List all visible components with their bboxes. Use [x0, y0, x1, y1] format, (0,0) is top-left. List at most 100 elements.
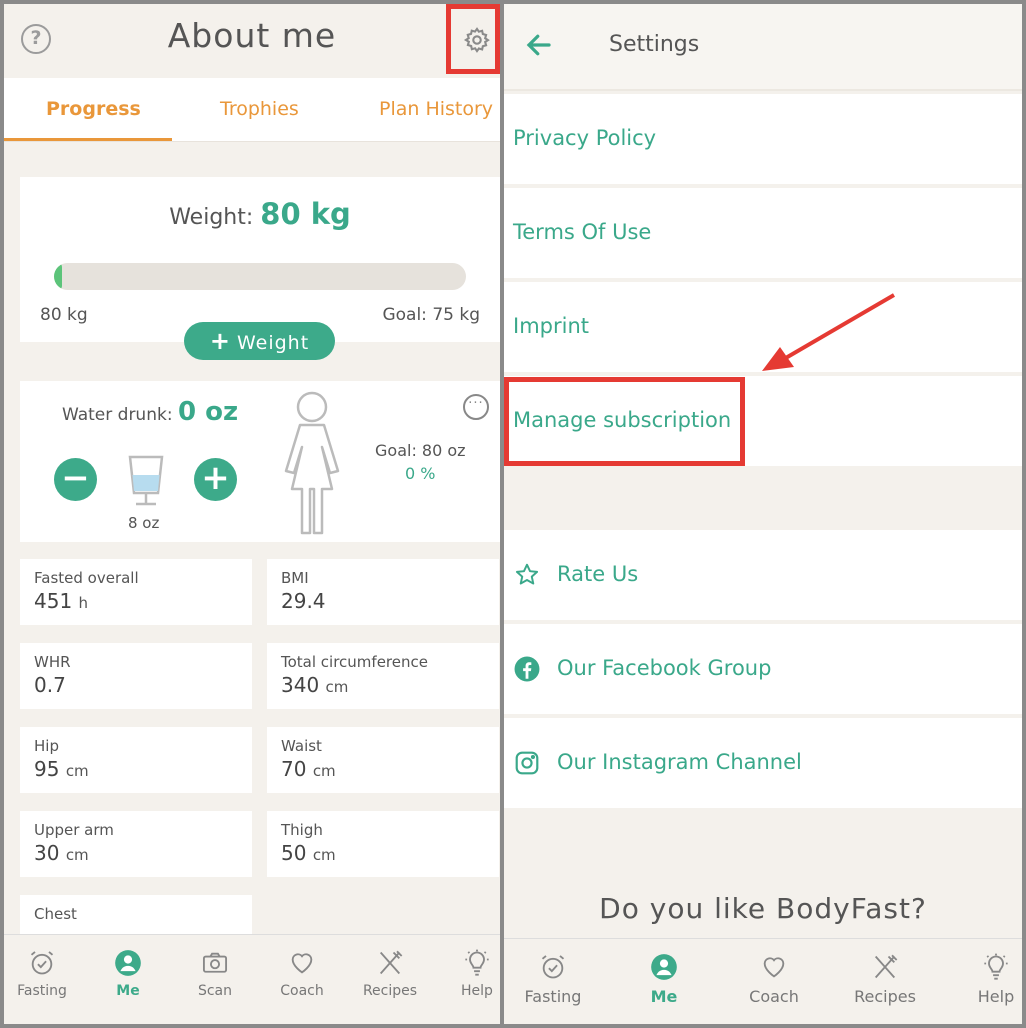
stat-waist[interactable]: Waist 70 cm — [267, 727, 499, 793]
plus-icon: + — [209, 327, 231, 355]
stat-label: Total circumference — [281, 653, 428, 671]
stat-fasted-overall[interactable]: Fasted overall 451 h — [20, 559, 252, 625]
bottom-nav: Fasting Me Coach Recipes Help — [504, 938, 1022, 1024]
camera-icon — [202, 952, 228, 973]
nav-recipes[interactable]: Recipes — [350, 949, 430, 999]
alarm-clock-icon — [541, 955, 565, 979]
stat-label: BMI — [281, 569, 309, 587]
stat-unit: h — [78, 594, 89, 612]
settings-item-label: Terms Of Use — [513, 220, 652, 244]
fork-knife-icon — [874, 954, 898, 979]
manage-subscription-highlight — [504, 377, 745, 466]
stat-value: 70 cm — [281, 757, 336, 781]
stat-value: 50 cm — [281, 841, 336, 865]
stat-value: 0.7 — [34, 673, 66, 697]
rating-question: Do you like BodyFast? — [599, 892, 927, 925]
water-percent: 0 % — [405, 464, 436, 483]
water-label: Water drunk: — [62, 405, 178, 425]
back-arrow-icon[interactable] — [524, 30, 554, 60]
person-icon — [284, 391, 340, 535]
bottom-nav: Fasting Me Scan Coach Recipes Help — [4, 934, 500, 1024]
stat-unit: cm — [65, 846, 89, 864]
weight-goal: Goal: 75 kg — [382, 305, 480, 325]
page-title: Settings — [609, 32, 700, 57]
settings-item-terms-of-use[interactable]: Terms Of Use — [504, 188, 1022, 278]
stat-label: Thigh — [281, 821, 323, 839]
stat-unit: cm — [325, 678, 349, 696]
nav-coach[interactable]: Coach — [734, 953, 814, 1006]
alarm-clock-icon — [30, 951, 54, 975]
stat-number: 70 — [281, 757, 307, 781]
tab-plan-history[interactable]: Plan History — [379, 98, 493, 120]
lightbulb-icon — [465, 949, 489, 976]
add-weight-label: Weight — [236, 332, 310, 354]
settings-item-privacy-policy[interactable]: Privacy Policy — [504, 94, 1022, 184]
weight-label: Weight: — [169, 205, 261, 230]
stat-bmi[interactable]: BMI 29.4 — [267, 559, 499, 625]
nav-label: Coach — [280, 983, 324, 999]
settings-item-instagram-channel[interactable]: Our Instagram Channel — [504, 718, 1022, 808]
user-icon — [115, 950, 141, 976]
settings-item-rate-us[interactable]: Rate Us — [504, 530, 1022, 620]
settings-item-label: Our Facebook Group — [557, 656, 772, 680]
nav-help[interactable]: Help — [437, 949, 500, 999]
nav-scan[interactable]: Scan — [175, 949, 255, 999]
water-card: Water drunk: 0 oz − 8 oz + ··· Goal: 80 … — [20, 381, 500, 542]
weight-start: 80 kg — [40, 305, 88, 325]
nav-recipes[interactable]: Recipes — [845, 953, 925, 1006]
stat-thigh[interactable]: Thigh 50 cm — [267, 811, 499, 877]
page-title: About me — [167, 16, 337, 55]
stat-label: Hip — [34, 737, 59, 755]
nav-label: Fasting — [17, 983, 67, 999]
stat-upper-arm[interactable]: Upper arm 30 cm — [20, 811, 252, 877]
tab-trophies[interactable]: Trophies — [220, 98, 299, 120]
nav-me[interactable]: Me — [88, 949, 168, 999]
about-me-header: ? About me — [4, 4, 500, 78]
heart-icon — [763, 957, 785, 978]
nav-label: Coach — [749, 987, 799, 1006]
remove-water-button[interactable]: − — [54, 458, 97, 501]
stat-whr[interactable]: WHR 0.7 — [20, 643, 252, 709]
settings-item-label: Our Instagram Channel — [557, 750, 802, 774]
stat-value: 95 cm — [34, 757, 89, 781]
stat-unit: cm — [312, 762, 336, 780]
glass-icon[interactable] — [124, 453, 168, 511]
nav-fasting[interactable]: Fasting — [513, 953, 593, 1006]
settings-header: Settings — [504, 4, 1022, 91]
stat-value: 451 h — [34, 589, 88, 613]
more-icon[interactable]: ··· — [463, 394, 489, 420]
nav-label: Recipes — [362, 983, 418, 999]
stat-number: 0.7 — [34, 673, 66, 697]
annotation-arrow-icon — [762, 293, 896, 371]
tab-progress[interactable]: Progress — [46, 98, 141, 120]
active-tab-indicator — [4, 138, 172, 141]
settings-item-label: Imprint — [513, 314, 589, 338]
stat-unit: cm — [312, 846, 336, 864]
nav-label: Scan — [197, 983, 233, 999]
stat-number: 340 — [281, 673, 320, 697]
gear-icon[interactable] — [463, 26, 491, 54]
nav-me[interactable]: Me — [624, 953, 704, 1006]
stat-number: 50 — [281, 841, 307, 865]
glass-size: 8 oz — [128, 514, 160, 532]
stat-number: 29.4 — [281, 589, 326, 613]
settings-button-highlight[interactable] — [446, 4, 500, 74]
weight-progress-fill — [54, 263, 63, 290]
stat-value: 340 cm — [281, 673, 348, 697]
stat-label: WHR — [34, 653, 71, 671]
add-weight-button[interactable]: + Weight — [184, 322, 335, 360]
water-value: 0 oz — [177, 397, 239, 427]
weight-card: Weight: 80 kg 80 kg Goal: 75 kg — [20, 177, 500, 342]
settings-item-facebook-group[interactable]: Our Facebook Group — [504, 624, 1022, 714]
stat-hip[interactable]: Hip 95 cm — [20, 727, 252, 793]
stat-total-circumference[interactable]: Total circumference 340 cm — [267, 643, 499, 709]
nav-coach[interactable]: Coach — [262, 949, 342, 999]
nav-label: Help — [461, 983, 493, 999]
instagram-icon — [515, 751, 539, 775]
nav-fasting[interactable]: Fasting — [4, 949, 82, 999]
weight-heading: Weight: 80 kg — [20, 197, 500, 231]
nav-help[interactable]: Help — [956, 953, 1022, 1006]
add-water-button[interactable]: + — [194, 458, 237, 501]
stat-label: Waist — [281, 737, 322, 755]
settings-screen: Settings Privacy Policy Terms Of Use Imp… — [504, 4, 1022, 1024]
